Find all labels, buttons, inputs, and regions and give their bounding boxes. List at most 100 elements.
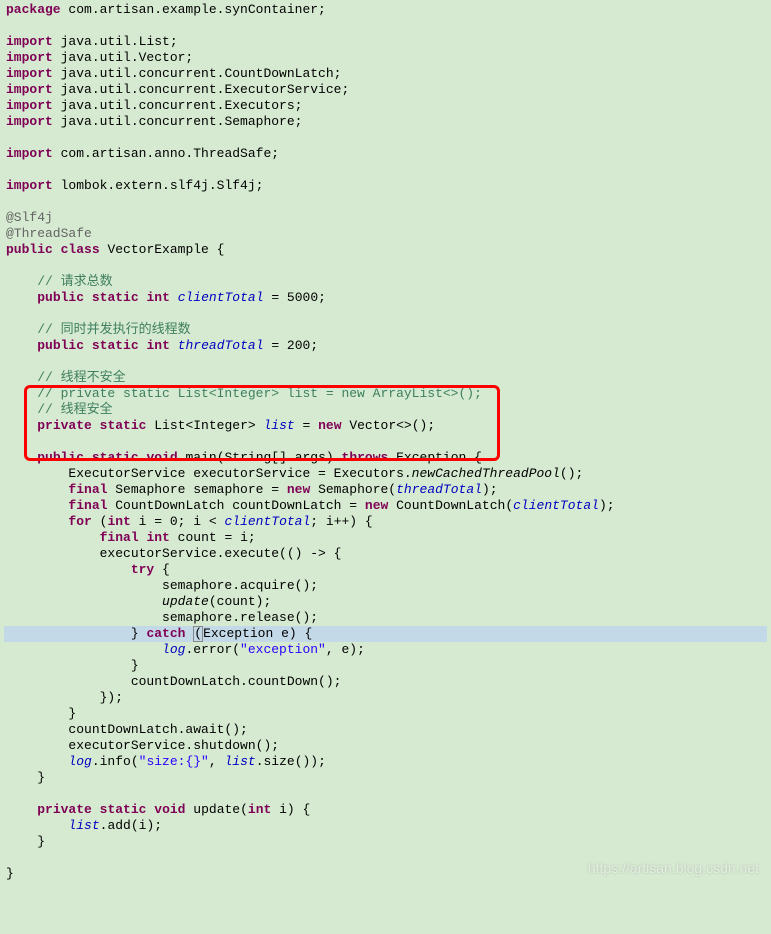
text: }); — [6, 690, 123, 705]
text: } — [6, 834, 45, 849]
text: (); — [560, 466, 583, 481]
text: com.artisan.anno.ThreadSafe; — [53, 146, 279, 161]
code-line — [4, 786, 767, 802]
text: { — [154, 562, 170, 577]
code-line: public static int clientTotal = 5000; — [4, 290, 767, 306]
code-line: // 请求总数 — [4, 274, 767, 290]
text: java.util.concurrent.CountDownLatch; — [53, 66, 342, 81]
code-line: try { — [4, 562, 767, 578]
text: i = 0; i < — [131, 514, 225, 529]
code-line: private static List<Integer> list = new … — [4, 418, 767, 434]
code-line: import java.util.concurrent.CountDownLat… — [4, 66, 767, 82]
code-line: semaphore.release(); — [4, 610, 767, 626]
text: Semaphore( — [310, 482, 396, 497]
code-line: for (int i = 0; i < clientTotal; i++) { — [4, 514, 767, 530]
code-line: executorService.shutdown(); — [4, 738, 767, 754]
code-line: countDownLatch.await(); — [4, 722, 767, 738]
keyword: class — [61, 242, 100, 257]
code-line: // private static List<Integer> list = n… — [4, 386, 767, 402]
text: List<Integer> — [146, 418, 263, 433]
code-line: public static int threadTotal = 200; — [4, 338, 767, 354]
code-line: update(count); — [4, 594, 767, 610]
code-line: executorService.execute(() -> { — [4, 546, 767, 562]
code-line: } — [4, 658, 767, 674]
method: update — [162, 594, 209, 609]
code-line: import java.util.List; — [4, 34, 767, 50]
text: java.util.concurrent.Executors; — [53, 98, 303, 113]
field: threadTotal — [178, 338, 264, 353]
cursor-icon: ( — [193, 626, 203, 642]
field: list — [68, 818, 99, 833]
code-line: import java.util.concurrent.Semaphore; — [4, 114, 767, 130]
keyword: static — [92, 290, 139, 305]
keyword: public — [37, 338, 84, 353]
text: .size()); — [256, 754, 326, 769]
text: ); — [599, 498, 615, 513]
keyword: import — [6, 82, 53, 97]
string: "size:{}" — [139, 754, 209, 769]
text: Exception { — [388, 450, 482, 465]
keyword: int — [248, 802, 271, 817]
text: semaphore.acquire(); — [6, 578, 318, 593]
text: count = i; — [170, 530, 256, 545]
field: clientTotal — [513, 498, 599, 513]
code-line — [4, 258, 767, 274]
text: } — [6, 626, 146, 641]
keyword: new — [365, 498, 388, 513]
comment: // 请求总数 — [6, 274, 113, 289]
text: Exception e) { — [203, 626, 312, 641]
comment: // 线程安全 — [6, 402, 113, 417]
keyword: int — [146, 530, 169, 545]
code-line: ExecutorService executorService = Execut… — [4, 466, 767, 482]
code-line: final CountDownLatch countDownLatch = ne… — [4, 498, 767, 514]
text: ; i++) { — [310, 514, 372, 529]
text: } — [6, 706, 76, 721]
text: executorService.execute(() -> { — [6, 546, 341, 561]
text: , e); — [326, 642, 365, 657]
code-line — [4, 850, 767, 866]
field: clientTotal — [178, 290, 264, 305]
keyword: final — [68, 482, 107, 497]
code-line: final int count = i; — [4, 530, 767, 546]
keyword: import — [6, 146, 53, 161]
text — [6, 818, 68, 833]
keyword: public — [37, 290, 84, 305]
text: Semaphore semaphore = — [107, 482, 286, 497]
text: update( — [185, 802, 247, 817]
keyword: int — [146, 290, 169, 305]
text: java.util.concurrent.ExecutorService; — [53, 82, 349, 97]
text: executorService.shutdown(); — [6, 738, 279, 753]
code-line: list.add(i); — [4, 818, 767, 834]
text: , — [209, 754, 225, 769]
text: java.util.concurrent.Semaphore; — [53, 114, 303, 129]
code-line: import java.util.Vector; — [4, 50, 767, 66]
code-line — [4, 18, 767, 34]
keyword: public — [37, 450, 84, 465]
keyword: import — [6, 34, 53, 49]
code-line — [4, 162, 767, 178]
code-line: import java.util.concurrent.ExecutorServ… — [4, 82, 767, 98]
keyword: import — [6, 98, 53, 113]
code-line: log.info("size:{}", list.size()); — [4, 754, 767, 770]
keyword: static — [100, 802, 147, 817]
text: (count); — [209, 594, 271, 609]
text: CountDownLatch( — [388, 498, 513, 513]
text: java.util.List; — [53, 34, 178, 49]
text: main(String[] args) — [178, 450, 342, 465]
code-line: countDownLatch.countDown(); — [4, 674, 767, 690]
text: .error( — [185, 642, 240, 657]
field: list — [263, 418, 294, 433]
text: i) { — [271, 802, 310, 817]
code-line: } — [4, 834, 767, 850]
method: newCachedThreadPool — [412, 466, 560, 481]
keyword: import — [6, 50, 53, 65]
text — [6, 642, 162, 657]
code-line: public static void main(String[] args) t… — [4, 450, 767, 466]
text: = 5000; — [264, 290, 326, 305]
keyword: final — [100, 530, 139, 545]
text: ( — [92, 514, 108, 529]
keyword: new — [287, 482, 310, 497]
keyword: int — [146, 338, 169, 353]
code-line: } — [4, 706, 767, 722]
keyword: new — [318, 418, 341, 433]
